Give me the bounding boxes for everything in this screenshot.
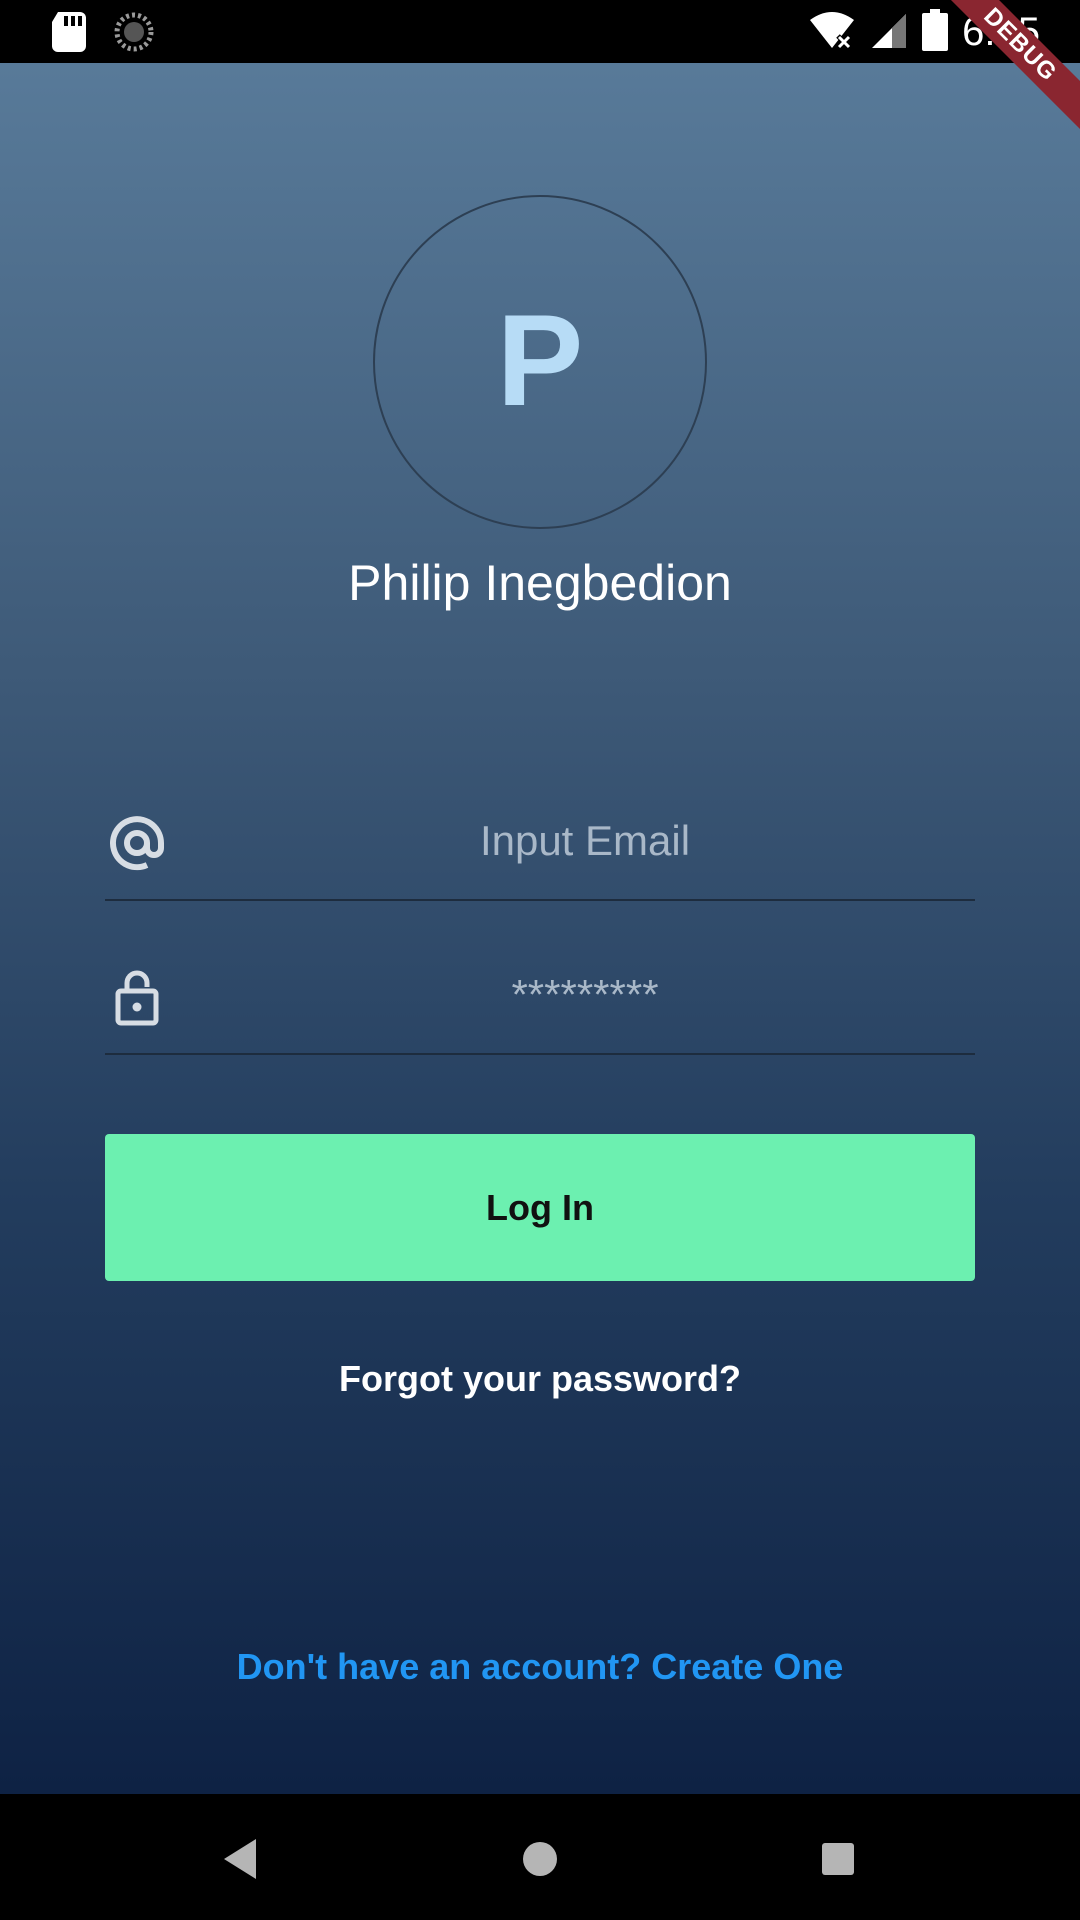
password-field [105,935,975,1055]
login-button[interactable]: Log In [105,1134,975,1281]
email-input[interactable] [195,803,975,879]
wifi-off-icon [808,10,856,55]
signal-icon [870,10,908,55]
sync-icon [114,12,154,57]
password-input[interactable] [195,957,975,1033]
create-account-link[interactable]: Don't have an account? Create One [0,1646,1080,1688]
forgot-password-link[interactable]: Forgot your password? [0,1358,1080,1400]
unlock-icon [107,967,167,1027]
avatar-initial: P [496,287,584,433]
user-name: Philip Inegbedion [348,555,732,611]
battery-icon [922,8,949,56]
avatar: P [373,195,707,529]
sd-card-icon [52,12,86,57]
home-icon[interactable] [505,1824,575,1894]
login-screen: P Philip Inegbedion Log In Forgot your p… [0,63,1080,1794]
navigation-bar [0,1794,1080,1920]
at-sign-icon [107,813,167,873]
status-bar-left [52,12,154,57]
back-icon[interactable] [205,1824,275,1894]
email-field [105,781,975,901]
status-bar: 6:35 [0,0,1080,63]
recents-icon[interactable] [803,1824,873,1894]
